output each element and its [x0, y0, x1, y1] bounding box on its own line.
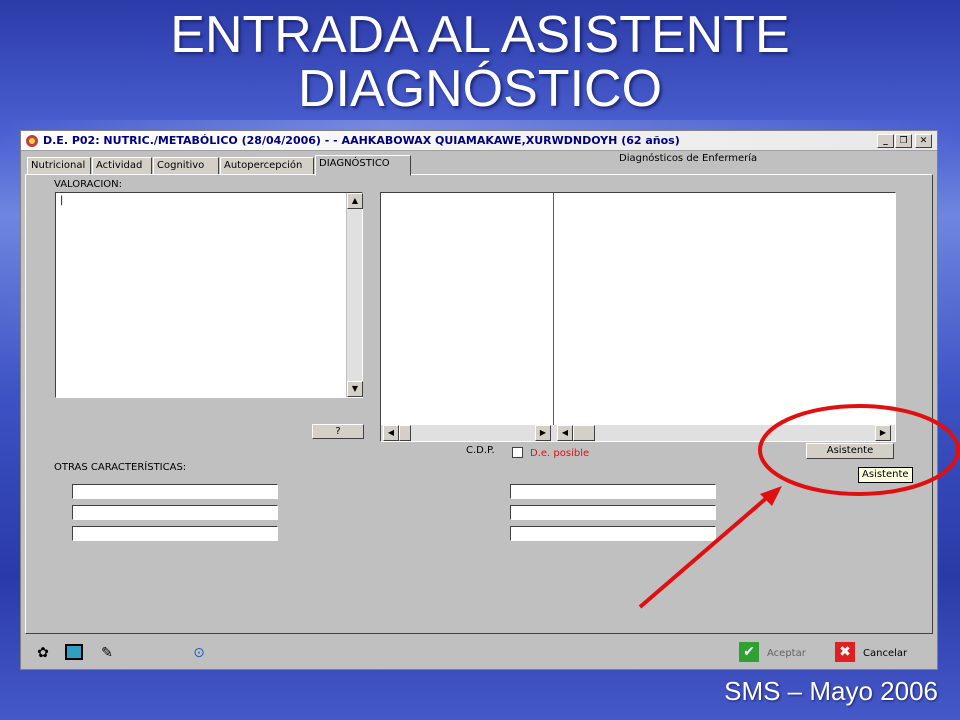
posible-label: D.e. posible: [530, 448, 590, 459]
otras-field-2[interactable]: [72, 505, 278, 520]
column-divider: [553, 193, 554, 425]
close-button[interactable]: ✕: [915, 134, 932, 148]
monitor-icon[interactable]: [65, 644, 83, 660]
asistente-button[interactable]: Asistente: [806, 443, 894, 459]
tab-nutricional[interactable]: Nutricional: [27, 157, 91, 175]
valoracion-label: VALORACION:: [54, 179, 122, 190]
scroll-right-icon[interactable]: ▶: [535, 425, 551, 441]
minimize-button[interactable]: _: [877, 134, 894, 148]
app-icon: [26, 135, 38, 147]
aceptar-check-icon[interactable]: ✔: [739, 642, 759, 662]
tab-actividad[interactable]: Actividad: [92, 157, 152, 175]
text-cursor: |: [60, 195, 64, 206]
otras-field-5[interactable]: [510, 505, 716, 520]
slide-title: ENTRADA AL ASISTENTE DIAGNÓSTICO: [0, 8, 960, 116]
restore-button[interactable]: ❐: [895, 134, 912, 148]
diagnosticos-list[interactable]: ◀ ▶ ◀ ▶: [380, 192, 896, 442]
otras-field-4[interactable]: [510, 484, 716, 499]
window-title: D.E. P02: NUTRIC./METABÓLICO (28/04/2006…: [43, 134, 680, 147]
scroll-left-icon-2[interactable]: ◀: [557, 425, 573, 441]
posible-checkbox[interactable]: [512, 447, 523, 458]
scroll-thumb[interactable]: [399, 425, 411, 441]
scroll-thumb-2[interactable]: [573, 425, 595, 441]
scroll-up-icon[interactable]: ▲: [347, 193, 363, 209]
scroll-right-icon-2[interactable]: ▶: [875, 425, 891, 441]
aceptar-button[interactable]: Aceptar: [767, 648, 806, 659]
scroll-down-icon[interactable]: ▼: [347, 381, 363, 397]
cancelar-x-icon[interactable]: ✖: [835, 642, 855, 662]
valoracion-textarea[interactable]: | ▲ ▼: [55, 192, 363, 398]
horizontal-scrollbar[interactable]: ◀ ▶ ◀ ▶: [381, 425, 895, 441]
otras-caracteristicas-label: OTRAS CARACTERÍSTICAS:: [54, 462, 187, 473]
scroll-left-icon[interactable]: ◀: [383, 425, 399, 441]
tab-autopercepcion[interactable]: Autopercepción: [220, 157, 314, 175]
cancelar-button[interactable]: Cancelar: [863, 648, 907, 659]
bottom-toolbar: ✿ ✎ ⊙ ✔ Aceptar ✖ Cancelar: [21, 636, 937, 669]
slide-footer: SMS – Mayo 2006: [724, 676, 938, 706]
search-icon[interactable]: ⊙: [189, 644, 209, 662]
window-titlebar: D.E. P02: NUTRIC./METABÓLICO (28/04/2006…: [21, 131, 937, 151]
help-button[interactable]: ?: [312, 424, 364, 439]
otras-field-3[interactable]: [72, 526, 278, 541]
cdp-label: C.D.P.: [466, 445, 495, 456]
tab-diagnostico[interactable]: DIAGNÓSTICO: [315, 155, 411, 176]
slide-title-line2: DIAGNÓSTICO: [297, 60, 663, 118]
valoracion-scrollbar[interactable]: ▲ ▼: [346, 193, 363, 397]
asistente-tooltip: Asistente: [858, 467, 913, 483]
application-window: D.E. P02: NUTRIC./METABÓLICO (28/04/2006…: [20, 130, 938, 670]
otras-field-1[interactable]: [72, 484, 278, 499]
tab-cognitivo[interactable]: Cognitivo: [153, 157, 219, 175]
otras-field-6[interactable]: [510, 526, 716, 541]
slide-title-line1: ENTRADA AL ASISTENTE: [170, 6, 790, 64]
diagnostico-panel: VALORACION: | ▲ ▼ ? ◀ ▶ ◀ ▶ C.D.P. D.e. …: [25, 174, 933, 634]
diagnosticos-label: Diagnósticos de Enfermería: [619, 153, 758, 164]
puzzle-icon[interactable]: ✿: [33, 644, 53, 662]
pencil-icon[interactable]: ✎: [97, 644, 117, 662]
